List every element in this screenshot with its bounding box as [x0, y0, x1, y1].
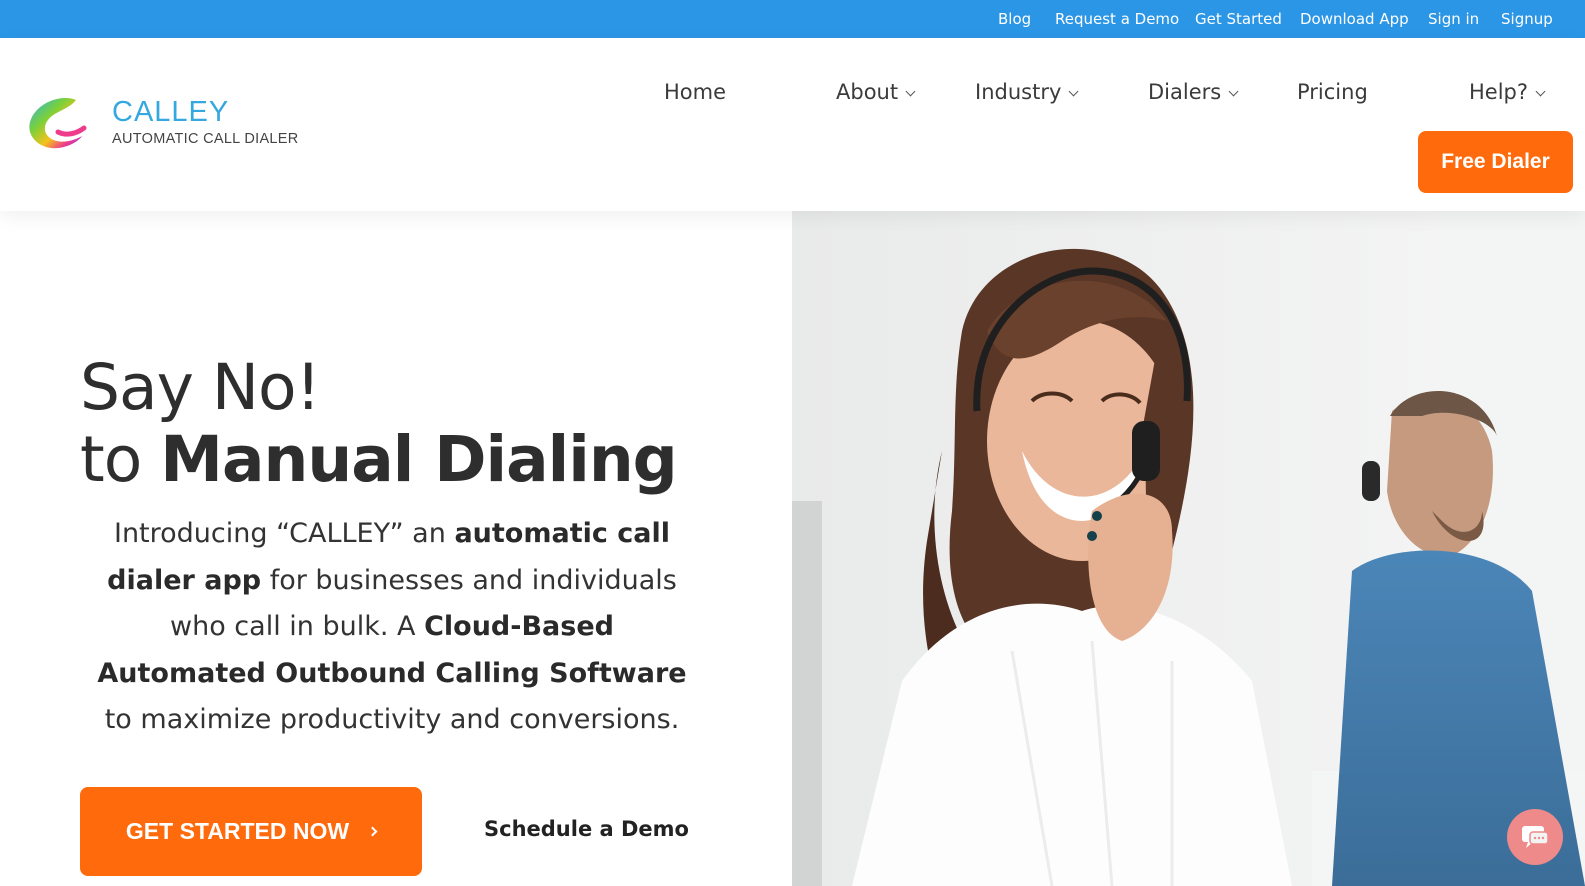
nav-home[interactable]: Home [664, 80, 726, 104]
hero-photo-call-agents [792, 211, 1585, 886]
intro-text-1: Introducing “CALLEY” an [113, 518, 455, 549]
nav-help[interactable]: Help? [1469, 80, 1546, 104]
hero-intro-paragraph: Introducing “CALLEY” an automatic call d… [82, 511, 702, 744]
chevron-down-icon [1535, 86, 1546, 97]
chat-bubble-icon[interactable] [1507, 809, 1563, 865]
nav-pricing[interactable]: Pricing [1297, 80, 1368, 104]
topbar-link-download-app[interactable]: Download App [1300, 10, 1409, 28]
chevron-down-icon [905, 86, 916, 97]
nav-pricing-label: Pricing [1297, 80, 1368, 104]
hero-text-section: Say No! to Manual Dialing Introducing “C… [0, 211, 792, 886]
intro-text-3: to maximize productivity and conversions… [104, 704, 680, 735]
get-started-now-label: GET STARTED NOW [125, 818, 350, 844]
chevron-down-icon [1068, 86, 1079, 97]
hero-headline-bold: Manual Dialing [160, 423, 677, 496]
get-started-now-button[interactable]: GET STARTED NOW [80, 787, 422, 876]
chevron-down-icon [1228, 86, 1239, 97]
topbar-link-signup[interactable]: Signup [1501, 10, 1553, 28]
hero-headline-line2: to Manual Dialing [80, 423, 678, 496]
nav-about[interactable]: About [836, 80, 916, 104]
topbar-link-blog[interactable]: Blog [998, 10, 1031, 28]
topbar-link-request-demo[interactable]: Request a Demo [1055, 10, 1179, 28]
nav-help-label: Help? [1469, 80, 1529, 104]
topbar-link-sign-in[interactable]: Sign in [1428, 10, 1479, 28]
calley-logo-icon[interactable] [22, 92, 88, 162]
schedule-demo-link[interactable]: Schedule a Demo [484, 817, 689, 841]
free-dialer-button[interactable]: Free Dialer [1418, 131, 1573, 193]
chevron-right-icon [367, 826, 378, 837]
nav-dialers[interactable]: Dialers [1148, 80, 1239, 104]
brand-name[interactable]: CALLEY [112, 96, 229, 129]
hero-headline-prefix: to [80, 423, 161, 496]
top-utility-bar: Blog Request a Demo Get Started Download… [0, 0, 1585, 38]
site-header: CALLEY AUTOMATIC CALL DIALER Home About … [0, 38, 1585, 211]
nav-industry-label: Industry [975, 80, 1062, 104]
nav-about-label: About [836, 80, 899, 104]
nav-industry[interactable]: Industry [975, 80, 1079, 104]
topbar-link-get-started[interactable]: Get Started [1195, 10, 1282, 28]
hero-headline-line1: Say No! [80, 351, 321, 424]
nav-home-label: Home [664, 80, 727, 104]
brand-tagline: AUTOMATIC CALL DIALER [112, 131, 299, 147]
nav-dialers-label: Dialers [1148, 80, 1222, 104]
